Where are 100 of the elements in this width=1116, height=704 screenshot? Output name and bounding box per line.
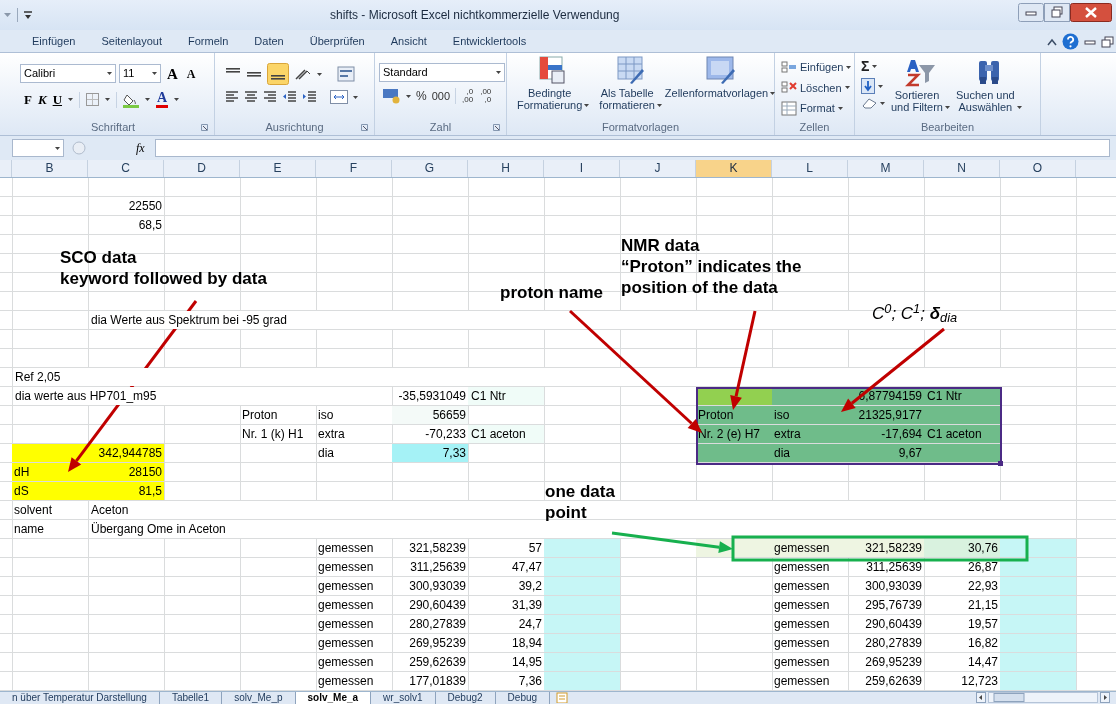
column-header[interactable]: E	[240, 160, 316, 177]
shrink-font-button[interactable]: A	[183, 64, 199, 83]
customize-toolbar-icon[interactable]	[24, 11, 32, 19]
align-right-icon[interactable]	[263, 90, 277, 104]
caret-icon[interactable]	[844, 86, 850, 90]
table-brush-icon	[615, 55, 646, 85]
sheet-tab[interactable]: solv_Me_a	[295, 692, 372, 704]
caret-icon[interactable]	[174, 98, 180, 101]
restore-icon[interactable]	[1044, 3, 1070, 22]
font-name-dropdown[interactable]: Calibri	[20, 64, 116, 83]
ribbon-tab[interactable]: Ansicht	[377, 31, 440, 51]
close-icon[interactable]	[1070, 3, 1112, 22]
caret-icon[interactable]	[105, 98, 110, 101]
scroll-left-icon[interactable]	[976, 692, 986, 703]
sheet-tab[interactable]: solv_Me_p	[222, 692, 296, 704]
insert-cells-button[interactable]: Einfügen	[781, 59, 854, 76]
caret-icon[interactable]	[353, 95, 358, 99]
thousands-button[interactable]: 000	[431, 88, 451, 104]
horizontal-scrollbar-icon[interactable]	[988, 692, 1098, 703]
font-color-button[interactable]: A	[156, 91, 169, 108]
column-header[interactable]: D	[164, 160, 240, 177]
sheet-tab[interactable]: Tabelle1	[159, 692, 223, 704]
autosum-button[interactable]: Σ	[861, 57, 885, 75]
expand-handle-icon[interactable]	[72, 141, 86, 155]
column-header[interactable]: K	[696, 160, 772, 177]
column-header[interactable]: C	[88, 160, 164, 177]
fill-down-icon[interactable]	[861, 78, 875, 94]
table-cell-text: 280,27839	[408, 616, 467, 633]
underline-button[interactable]: U	[52, 91, 62, 108]
caret-icon[interactable]	[880, 101, 885, 105]
grow-font-button[interactable]: A	[164, 64, 181, 83]
ribbon-tab[interactable]: Überprüfen	[296, 31, 378, 51]
caret-icon[interactable]	[317, 72, 322, 76]
dialog-launcher-icon[interactable]	[201, 124, 208, 131]
column-header[interactable]: L	[772, 160, 848, 177]
percent-button[interactable]: %	[416, 88, 427, 104]
caret-icon[interactable]	[496, 71, 501, 74]
column-header[interactable]: N	[924, 160, 1000, 177]
sheet-tab[interactable]: n über Temperatur Darstellung	[0, 692, 160, 704]
column-header[interactable]: G	[392, 160, 468, 177]
borders-icon[interactable]	[86, 93, 99, 106]
conditional-formatting-button[interactable]: Bedingte Formatierung	[511, 55, 596, 111]
caret-icon[interactable]	[878, 84, 883, 88]
align-bottom-icon[interactable]	[267, 63, 289, 85]
caret-icon[interactable]	[55, 146, 60, 150]
ribbon-tab[interactable]: Daten	[241, 31, 297, 51]
eraser-icon[interactable]	[861, 97, 877, 109]
format-cells-button[interactable]: Format	[781, 100, 854, 117]
caret-icon[interactable]	[406, 94, 411, 98]
column-header[interactable]: M	[848, 160, 924, 177]
caret-icon[interactable]	[846, 65, 852, 69]
align-center-icon[interactable]	[244, 90, 258, 104]
chevron-up-icon[interactable]	[1047, 37, 1057, 46]
help-icon[interactable]	[1062, 33, 1079, 50]
delete-cells-button[interactable]: Löschen	[781, 79, 854, 96]
scroll-right-icon[interactable]	[1100, 692, 1110, 703]
bold-button[interactable]: F	[24, 91, 32, 108]
sort-filter-button[interactable]: Sortieren und Filtern	[891, 57, 950, 113]
caret-icon[interactable]	[872, 64, 878, 68]
wrap-text-icon[interactable]	[337, 66, 355, 82]
format-as-table-button[interactable]: Als Tabelle formatieren	[598, 55, 663, 111]
caret-icon[interactable]	[1016, 106, 1022, 109]
caret-icon[interactable]	[584, 104, 590, 107]
align-left-icon[interactable]	[225, 90, 239, 104]
cell-styles-button[interactable]: Zellenformatvorlagen	[666, 55, 774, 111]
formula-input-field[interactable]	[154, 139, 1110, 157]
italic-button[interactable]: K	[37, 91, 47, 108]
text-orientation-icon[interactable]	[294, 67, 312, 81]
dialog-launcher-icon[interactable]	[361, 124, 368, 131]
font-size-dropdown[interactable]: 11	[119, 64, 161, 83]
decrease-indent-icon[interactable]	[282, 90, 297, 104]
column-header[interactable]: H	[468, 160, 544, 177]
find-select-button[interactable]: Suchen und Auswählen	[956, 57, 1022, 113]
caret-icon[interactable]	[945, 106, 950, 109]
ribbon-tab[interactable]: Seitenlayout	[88, 31, 175, 51]
currency-icon[interactable]	[383, 88, 401, 104]
column-header[interactable]: I	[544, 160, 620, 177]
decrease-decimal-button[interactable]: ,00 ,0	[479, 88, 493, 104]
sheet-tab[interactable]: Debug	[495, 692, 551, 704]
caret-icon[interactable]	[107, 72, 112, 75]
sheet-tab[interactable]: Debug2	[435, 692, 496, 704]
increase-decimal-button[interactable]: ,0 ,00	[461, 88, 475, 104]
caret-icon[interactable]	[68, 98, 73, 101]
dialog-launcher-icon[interactable]	[493, 124, 500, 131]
restore-icon[interactable]	[1101, 35, 1114, 48]
merge-cells-icon[interactable]	[330, 90, 348, 104]
caret-icon[interactable]	[770, 92, 776, 95]
ribbon-tab[interactable]: Entwicklertools	[439, 31, 540, 51]
ribbon-tab[interactable]: Einfügen	[19, 31, 89, 51]
column-header[interactable]: B	[12, 160, 88, 177]
number-format-dropdown[interactable]: Standard	[379, 63, 505, 82]
ribbon-tab[interactable]: Formeln	[175, 31, 242, 51]
column-header[interactable]: O	[1000, 160, 1076, 177]
caret-icon[interactable]	[145, 98, 150, 101]
sheet-tab[interactable]: wr_solv1	[371, 692, 436, 704]
increase-indent-icon[interactable]	[302, 90, 317, 104]
caret-icon[interactable]	[837, 106, 843, 110]
caret-icon[interactable]	[656, 104, 662, 107]
caret-icon[interactable]	[152, 72, 157, 75]
column-header[interactable]: F	[316, 160, 392, 177]
